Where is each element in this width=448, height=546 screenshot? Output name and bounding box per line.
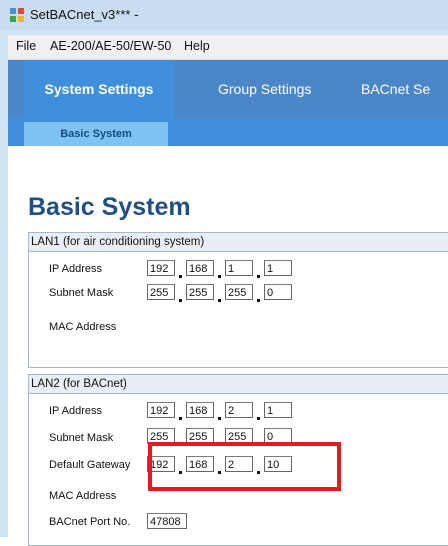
lan1-subnet-octet-2[interactable]: 255 (186, 284, 214, 300)
sub-nav: Basic System (8, 118, 448, 146)
lan2-ip-octet-1[interactable]: 192 (147, 402, 175, 418)
lan2-ip-octet-3[interactable]: 2 (225, 402, 253, 418)
lan2-mac-label: MAC Address (49, 490, 117, 502)
lan2-header: LAN2 (for BACnet) (29, 375, 448, 394)
menu-bar: File AE-200/AE-50/EW-50 Help (8, 35, 448, 60)
bacnet-port-input[interactable]: 47808 (147, 513, 187, 529)
lan1-ip-octet-1[interactable]: 192 (147, 260, 175, 276)
menu-help[interactable]: Help (184, 39, 210, 53)
dot (257, 417, 260, 420)
subtab-basic-system[interactable]: Basic System (24, 122, 168, 146)
lan1-header: LAN1 (for air conditioning system) (29, 233, 448, 252)
tab-system-settings[interactable]: System Settings (24, 60, 174, 118)
lan2-gateway-label: Default Gateway (49, 459, 131, 471)
dot (179, 275, 182, 278)
lan2-ip-octet-4[interactable]: 1 (264, 402, 292, 418)
menu-file[interactable]: File (16, 39, 36, 53)
main-nav: System Settings Group Settings BACnet Se (8, 60, 448, 118)
dot (179, 299, 182, 302)
app-window: SetBACnet_v3*** - File AE-200/AE-50/EW-5… (0, 0, 448, 546)
lan2-subnet-label: Subnet Mask (49, 432, 114, 444)
menu-device[interactable]: AE-200/AE-50/EW-50 (50, 39, 171, 53)
dot (257, 299, 260, 302)
dot (257, 275, 260, 278)
lan1-ip-octet-3[interactable]: 1 (225, 260, 253, 276)
tab-bacnet-settings[interactable]: BACnet Se (361, 60, 430, 118)
page-title: Basic System (28, 193, 191, 221)
lan2-ip-octet-2[interactable]: 168 (186, 402, 214, 418)
dot (218, 417, 221, 420)
highlight-box (148, 442, 341, 491)
lan2-port-label: BACnet Port No. (49, 516, 131, 528)
lan1-subnet-octet-4[interactable]: 0 (264, 284, 292, 300)
title-bar: SetBACnet_v3*** - (0, 0, 448, 30)
lan1-subnet-octet-1[interactable]: 255 (147, 284, 175, 300)
dot (218, 299, 221, 302)
lan2-ip-label: IP Address (49, 405, 102, 417)
content-area: Basic System LAN1 (for air conditioning … (8, 146, 448, 546)
tab-group-settings[interactable]: Group Settings (218, 60, 311, 118)
dot (218, 275, 221, 278)
lan1-ip-label: IP Address (49, 263, 102, 275)
lan1-group: LAN1 (for air conditioning system) IP Ad… (28, 232, 448, 368)
lan1-subnet-label: Subnet Mask (49, 287, 114, 299)
lan1-ip-octet-4[interactable]: 1 (264, 260, 292, 276)
lan1-ip-octet-2[interactable]: 168 (186, 260, 214, 276)
app-icon (10, 8, 24, 22)
window-title: SetBACnet_v3*** - (30, 7, 139, 22)
lan1-subnet-octet-3[interactable]: 255 (225, 284, 253, 300)
lan1-mac-label: MAC Address (49, 321, 117, 333)
dot (179, 417, 182, 420)
